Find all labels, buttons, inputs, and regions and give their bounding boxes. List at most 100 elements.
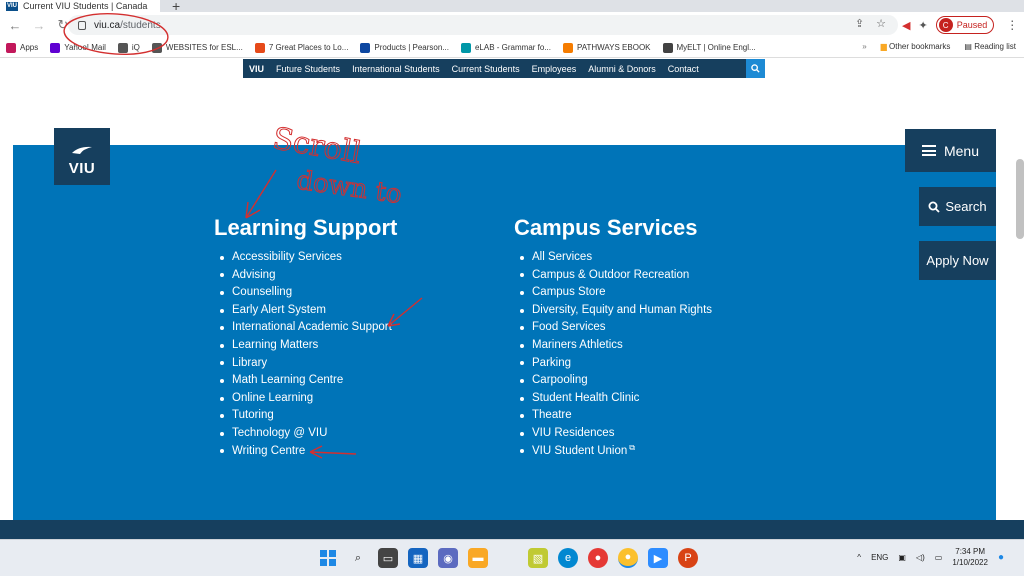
list-item[interactable]: Advising — [214, 267, 397, 285]
battery-icon[interactable]: ▭ — [935, 553, 943, 562]
site-nav-item[interactable]: Alumni & Donors — [582, 64, 662, 74]
edge-icon[interactable]: e — [558, 548, 578, 568]
site-nav-item[interactable]: VIU — [243, 64, 270, 74]
powerpoint-icon[interactable]: P — [678, 548, 698, 568]
megaphone-icon[interactable]: ◀ — [902, 19, 910, 32]
start-icon[interactable] — [318, 548, 338, 568]
list-item[interactable]: Theatre — [514, 407, 712, 425]
zoom-icon[interactable]: ▶ — [648, 548, 668, 568]
volume-icon[interactable]: ◁) — [916, 553, 925, 562]
search-taskbar-icon[interactable]: ⌕ — [348, 548, 368, 568]
menu-button[interactable]: Menu — [905, 129, 996, 172]
bookmark-item[interactable]: eLAB - Grammar fo... — [460, 42, 551, 53]
list-item-link[interactable]: Student Health Clinic — [532, 390, 639, 408]
list-item-link[interactable]: Online Learning — [232, 390, 313, 408]
list-item[interactable]: Library — [214, 355, 397, 373]
list-item[interactable]: VIU Residences — [514, 425, 712, 443]
language-indicator[interactable]: ENG — [871, 553, 888, 562]
bookmark-star-icon[interactable]: ☆ — [876, 17, 886, 30]
chrome-icon[interactable]: ● — [588, 548, 608, 568]
scrollbar-thumb[interactable] — [1016, 159, 1024, 239]
list-item-link[interactable]: Campus & Outdoor Recreation — [532, 267, 689, 285]
list-item[interactable]: Counselling — [214, 284, 397, 302]
list-item-link[interactable]: Parking — [532, 355, 571, 373]
site-nav-item[interactable]: Contact — [662, 64, 705, 74]
address-bar[interactable]: viu.ca/students ⇪ ☆ — [68, 15, 898, 35]
list-item-link[interactable]: International Academic Support — [232, 319, 392, 337]
bookmark-item[interactable]: Products | Pearson... — [360, 42, 449, 53]
list-item[interactable]: Math Learning Centre — [214, 372, 397, 390]
bookmark-item[interactable]: MyELT | Online Engl... — [662, 42, 756, 53]
reading-list[interactable]: ▤ Reading list — [964, 42, 1016, 51]
list-item[interactable]: Parking — [514, 355, 712, 373]
list-item[interactable]: Online Learning — [214, 390, 397, 408]
search-button[interactable]: Search — [919, 187, 996, 226]
tray-chevron-icon[interactable]: ^ — [857, 553, 861, 562]
list-item[interactable]: Food Services — [514, 319, 712, 337]
list-item-link[interactable]: Mariners Athletics — [532, 337, 623, 355]
list-item[interactable]: Technology @ VIU — [214, 425, 397, 443]
bookmark-item[interactable]: iQ — [117, 42, 140, 53]
tab-current[interactable]: VIU Current VIU Students | Canada — [0, 0, 160, 12]
bookmark-item[interactable]: PATHWAYS EBOOK — [563, 42, 651, 53]
back-icon[interactable]: ← — [6, 16, 24, 34]
list-item-link[interactable]: Writing Centre — [232, 443, 305, 461]
site-nav-item[interactable]: Future Students — [270, 64, 346, 74]
list-item-link[interactable]: Diversity, Equity and Human Rights — [532, 302, 712, 320]
list-item-link[interactable]: Carpooling — [532, 372, 588, 390]
list-item[interactable]: Tutoring — [214, 407, 397, 425]
other-bookmarks[interactable]: ▆ Other bookmarks — [881, 42, 951, 51]
list-item-link[interactable]: VIU Student Union — [532, 443, 627, 461]
list-item-link[interactable]: Campus Store — [532, 284, 606, 302]
list-item-link[interactable]: Technology @ VIU — [232, 425, 327, 443]
list-item-link[interactable]: Counselling — [232, 284, 292, 302]
list-item-link[interactable]: All Services — [532, 249, 592, 267]
site-nav-item[interactable]: International Students — [346, 64, 446, 74]
list-item-link[interactable]: VIU Residences — [532, 425, 614, 443]
list-item[interactable]: International Academic Support — [214, 319, 397, 337]
bookmark-item[interactable]: WEBSITES for ESL... — [151, 42, 243, 53]
list-item[interactable]: Campus Store — [514, 284, 712, 302]
share-icon[interactable]: ⇪ — [855, 17, 864, 30]
list-item-link[interactable]: Accessibility Services — [232, 249, 342, 267]
notification-icon[interactable]: ● — [998, 552, 1004, 563]
list-item[interactable]: Learning Matters — [214, 337, 397, 355]
list-item[interactable]: Accessibility Services — [214, 249, 397, 267]
profile-button[interactable]: C Paused — [935, 16, 995, 34]
list-item-link[interactable]: Math Learning Centre — [232, 372, 343, 390]
task-view-icon[interactable]: ▭ — [378, 548, 398, 568]
list-item-link[interactable]: Advising — [232, 267, 275, 285]
clock[interactable]: 7:34 PM 1/10/2022 — [952, 546, 988, 568]
ruler-app-icon[interactable]: ▧ — [528, 548, 548, 568]
site-search-icon[interactable] — [746, 59, 765, 78]
list-item-link[interactable]: Theatre — [532, 407, 572, 425]
teams-icon[interactable]: ◉ — [438, 548, 458, 568]
list-item-link[interactable]: Food Services — [532, 319, 606, 337]
app-icon[interactable] — [498, 548, 518, 568]
bookmark-item[interactable]: 7 Great Places to Lo... — [254, 42, 348, 53]
list-item-link[interactable]: Learning Matters — [232, 337, 318, 355]
list-item[interactable]: All Services — [514, 249, 712, 267]
file-explorer-icon[interactable]: ▬ — [468, 548, 488, 568]
list-item[interactable]: Diversity, Equity and Human Rights — [514, 302, 712, 320]
bookmark-item[interactable]: Yahoo! Mail — [50, 42, 106, 53]
site-nav-item[interactable]: Employees — [526, 64, 583, 74]
site-nav-item[interactable]: Current Students — [446, 64, 526, 74]
list-item[interactable]: Campus & Outdoor Recreation — [514, 267, 712, 285]
list-item[interactable]: Early Alert System — [214, 302, 397, 320]
more-options-icon[interactable]: ⋮ — [1006, 18, 1018, 32]
chrome-active-icon[interactable]: ● — [618, 548, 638, 568]
apply-now-button[interactable]: Apply Now — [919, 241, 996, 280]
viu-logo[interactable]: VIU — [54, 128, 110, 185]
list-item[interactable]: Writing Centre — [214, 443, 397, 461]
list-item-link[interactable]: Early Alert System — [232, 302, 326, 320]
list-item[interactable]: Student Health Clinic — [514, 390, 712, 408]
bookmark-item[interactable]: Apps — [6, 42, 38, 53]
extensions-icon[interactable]: ✦ — [918, 19, 927, 32]
list-item[interactable]: Mariners Athletics — [514, 337, 712, 355]
list-item[interactable]: VIU Student Union ⧉ — [514, 443, 712, 461]
bookmarks-overflow-icon[interactable]: » — [862, 42, 866, 51]
network-icon[interactable]: ▣ — [898, 553, 906, 562]
list-item-link[interactable]: Library — [232, 355, 267, 373]
forward-icon[interactable]: → — [30, 16, 48, 34]
